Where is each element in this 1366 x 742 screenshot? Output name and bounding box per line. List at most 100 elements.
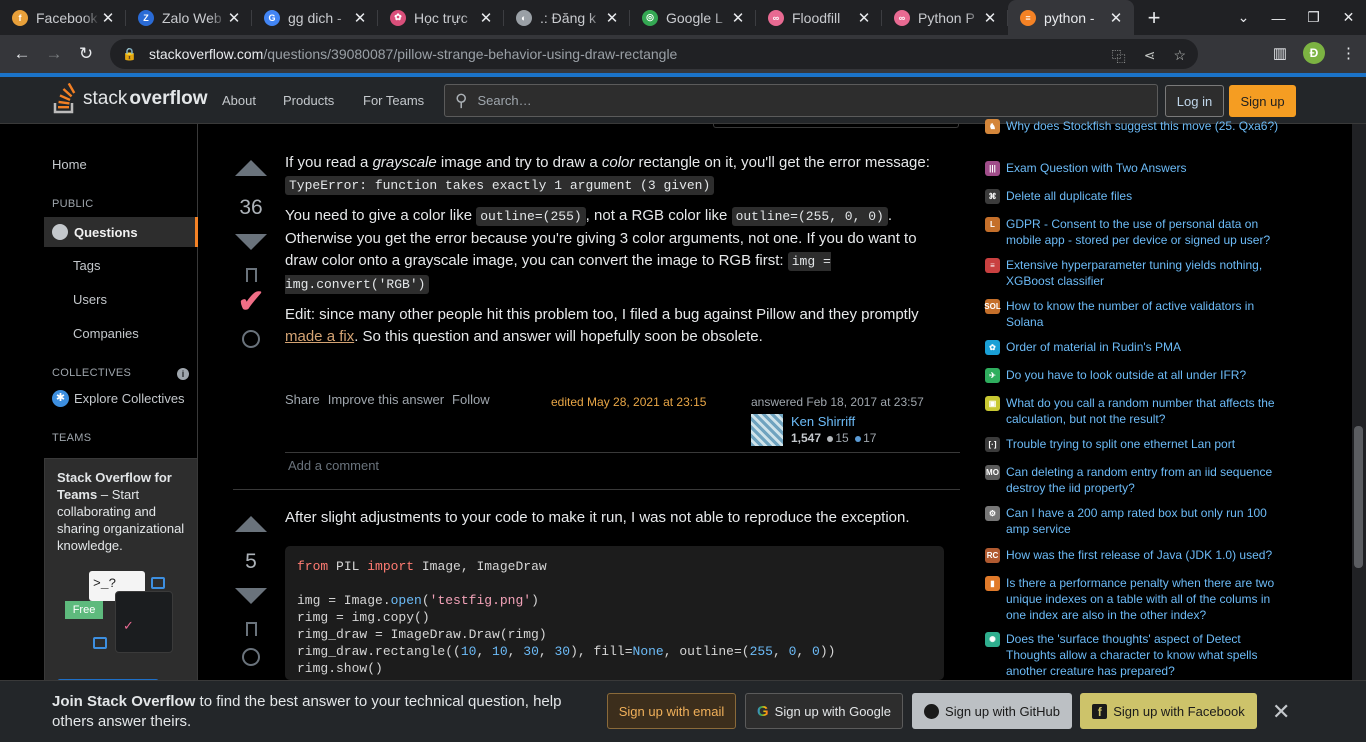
- hot-question-item[interactable]: L GDPR - Consent to the use of personal d…: [984, 216, 1284, 248]
- translate-icon[interactable]: ⿻: [1112, 47, 1126, 67]
- lock-icon[interactable]: 🔒: [122, 47, 137, 61]
- hot-question-item[interactable]: [·] Trouble trying to split one ethernet …: [984, 436, 1284, 452]
- hot-question-item[interactable]: ▣ What do you call a random number that a…: [984, 395, 1284, 427]
- signup-facebook-button[interactable]: f Sign up with Facebook: [1080, 693, 1257, 729]
- new-tab-button[interactable]: +: [1134, 0, 1174, 35]
- sidebar-item-tags[interactable]: Tags: [73, 258, 100, 273]
- browser-tab[interactable]: ∞ Floodfill ✕: [756, 0, 882, 35]
- downvote-icon[interactable]: [235, 234, 267, 250]
- hot-question-link[interactable]: Do you have to look outside at all under…: [1006, 367, 1284, 383]
- browser-tab[interactable]: Ggg dich - ✕: [252, 0, 378, 35]
- hot-question-link[interactable]: Is there a performance penalty when ther…: [1006, 575, 1284, 623]
- browser-tab[interactable]: Z Zalo Web ✕: [126, 0, 252, 35]
- close-tab-icon[interactable]: ✕: [478, 9, 494, 27]
- improve-answer-link[interactable]: Improve this answer: [328, 392, 444, 407]
- downvote-icon[interactable]: [235, 588, 267, 604]
- browser-tab[interactable]: ≡ python - ✕: [1008, 0, 1134, 35]
- signup-github-button[interactable]: Sign up with GitHub: [912, 693, 1072, 729]
- bookmark-star-icon[interactable]: ☆: [1173, 47, 1186, 67]
- close-tab-icon[interactable]: ✕: [1108, 9, 1124, 27]
- share-link[interactable]: Share: [285, 392, 320, 407]
- hot-question-item[interactable]: ⌘ Delete all duplicate files: [984, 188, 1284, 204]
- hot-question-link[interactable]: How to know the number of active validat…: [1006, 298, 1284, 330]
- follow-link[interactable]: Follow: [452, 392, 490, 407]
- reload-icon[interactable]: ↻: [70, 44, 102, 64]
- made-a-fix-link[interactable]: made a fix: [285, 328, 354, 345]
- nav-for-teams[interactable]: For Teams: [363, 93, 424, 108]
- page-scrollbar[interactable]: [1352, 124, 1366, 684]
- hot-question-item[interactable]: ✿ Order of material in Rudin's PMA: [984, 339, 1284, 355]
- signup-button[interactable]: Sign up: [1229, 85, 1296, 117]
- profile-avatar[interactable]: Đ: [1303, 42, 1325, 64]
- hot-question-item[interactable]: ✈ Do you have to look outside at all unde…: [984, 367, 1284, 383]
- hot-question-link[interactable]: Why does Stockfish suggest this move (25…: [1006, 118, 1284, 134]
- browser-tab[interactable]: ✿ Học trực ✕: [378, 0, 504, 35]
- login-button[interactable]: Log in: [1165, 85, 1224, 117]
- hot-question-link[interactable]: GDPR - Consent to the use of personal da…: [1006, 216, 1284, 248]
- info-icon[interactable]: i: [177, 368, 189, 380]
- nav-about[interactable]: About: [222, 93, 256, 108]
- stackoverflow-logo[interactable]: stack overflow: [52, 82, 207, 115]
- close-tab-icon[interactable]: ✕: [352, 9, 368, 27]
- add-comment-link[interactable]: Add a comment: [288, 458, 379, 473]
- sidebar-item-explore-collectives[interactable]: ✱ Explore Collectives: [52, 390, 185, 407]
- hot-question-link[interactable]: How was the first release of Java (JDK 1…: [1006, 547, 1284, 563]
- sidebar-item-home[interactable]: Home: [52, 157, 87, 172]
- hot-question-link[interactable]: Does the 'surface thoughts' aspect of De…: [1006, 631, 1284, 679]
- hot-question-item[interactable]: RC How was the first release of Java (JDK…: [984, 547, 1284, 563]
- hot-question-link[interactable]: Extensive hyperparameter tuning yields n…: [1006, 257, 1284, 289]
- bookmark-icon[interactable]: [245, 268, 257, 282]
- nav-products[interactable]: Products: [283, 93, 334, 108]
- scrollbar-thumb[interactable]: [1354, 426, 1363, 568]
- hot-question-link[interactable]: Order of material in Rudin's PMA: [1006, 339, 1284, 355]
- browser-tab[interactable]: ◎ Google L ✕: [630, 0, 756, 35]
- history-icon[interactable]: [242, 330, 260, 348]
- back-icon[interactable]: ←: [6, 44, 38, 64]
- history-icon[interactable]: [242, 648, 260, 666]
- hot-question-item[interactable]: ♞ Why does Stockfish suggest this move (2…: [984, 118, 1284, 134]
- signup-google-button[interactable]: G Sign up with Google: [745, 693, 903, 729]
- hot-question-item[interactable]: ⚙ Can I have a 200 amp rated box but only…: [984, 505, 1284, 537]
- hot-question-link[interactable]: Can I have a 200 amp rated box but only …: [1006, 505, 1284, 537]
- hot-question-item[interactable]: SOL How to know the number of active vali…: [984, 298, 1284, 330]
- close-tab-icon[interactable]: ✕: [730, 9, 746, 27]
- upvote-icon[interactable]: [235, 160, 267, 176]
- side-panel-icon[interactable]: ▥: [1273, 44, 1287, 62]
- hot-question-link[interactable]: Exam Question with Two Answers: [1006, 160, 1284, 176]
- hot-question-link[interactable]: Delete all duplicate files: [1006, 188, 1284, 204]
- hot-question-item[interactable]: ≡ Extensive hyperparameter tuning yields …: [984, 257, 1284, 289]
- browser-tab[interactable]: ◐ .: Đăng k ✕: [504, 0, 630, 35]
- maximize-icon[interactable]: ❐: [1296, 9, 1331, 26]
- browser-tab[interactable]: ∞ Python P ✕: [882, 0, 1008, 35]
- close-tab-icon[interactable]: ✕: [982, 9, 998, 27]
- hot-question-item[interactable]: ||| Exam Question with Two Answers: [984, 160, 1284, 176]
- hot-question-item[interactable]: MO Can deleting a random entry from an ii…: [984, 464, 1284, 496]
- hot-question-item[interactable]: ▮ Is there a performance penalty when the…: [984, 575, 1284, 623]
- address-bar[interactable]: 🔒 stackoverflow.com/questions/39080087/p…: [110, 39, 1198, 69]
- search-input[interactable]: ⚲ Search…: [444, 84, 1158, 117]
- upvote-icon[interactable]: [235, 516, 267, 532]
- close-tab-icon[interactable]: ✕: [100, 9, 116, 27]
- user-name[interactable]: Ken Shirriff: [791, 414, 876, 429]
- browser-tab[interactable]: f Facebook ✕: [0, 0, 126, 35]
- hot-question-link[interactable]: Can deleting a random entry from an iid …: [1006, 464, 1284, 496]
- hot-question-link[interactable]: Trouble trying to split one ethernet Lan…: [1006, 436, 1284, 452]
- sidebar-item-questions[interactable]: Questions: [44, 217, 198, 247]
- share-icon[interactable]: ⋖: [1144, 47, 1156, 67]
- hot-question-link[interactable]: What do you call a random number that af…: [1006, 395, 1284, 427]
- close-tab-icon[interactable]: ✕: [604, 9, 620, 27]
- menu-icon[interactable]: ⋮: [1341, 44, 1356, 62]
- bookmark-icon[interactable]: [245, 622, 257, 636]
- forward-icon[interactable]: →: [38, 44, 70, 64]
- close-tab-icon[interactable]: ✕: [856, 9, 872, 27]
- minimize-icon[interactable]: —: [1261, 10, 1296, 26]
- close-icon[interactable]: ✕: [1272, 699, 1290, 725]
- sidebar-item-users[interactable]: Users: [73, 292, 107, 307]
- signup-email-button[interactable]: Sign up with email: [607, 693, 736, 729]
- close-tab-icon[interactable]: ✕: [226, 9, 242, 27]
- hot-question-item[interactable]: ✺ Does the 'surface thoughts' aspect of D…: [984, 631, 1284, 679]
- edited-timestamp[interactable]: edited May 28, 2021 at 23:15: [551, 395, 706, 409]
- close-window-icon[interactable]: ✕: [1331, 9, 1366, 26]
- tab-search-icon[interactable]: ⌄: [1226, 9, 1261, 26]
- sidebar-item-companies[interactable]: Companies: [73, 326, 139, 341]
